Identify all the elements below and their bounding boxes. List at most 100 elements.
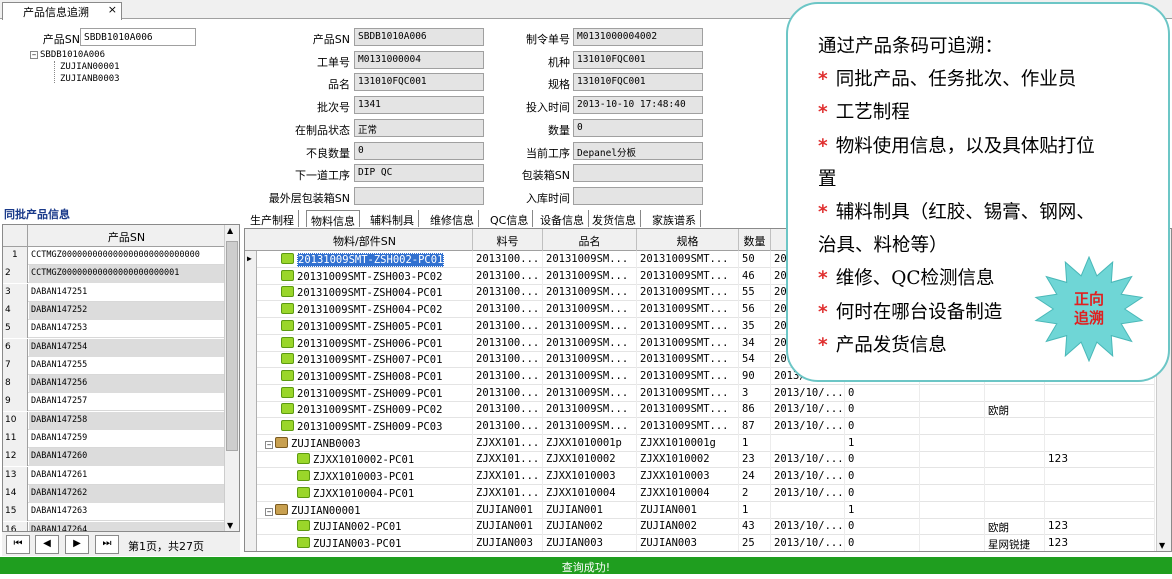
batch-row[interactable]: 4 DABAN147252 — [3, 301, 225, 320]
tab-title: 产品信息追溯 — [23, 6, 89, 19]
batch-row[interactable]: 13 DABAN147261 — [3, 466, 225, 485]
bullet-star-icon: * — [818, 334, 828, 356]
detail-tab[interactable]: 设备信息 — [536, 210, 589, 227]
batch-row[interactable]: 6 DABAN147254 — [3, 338, 225, 357]
tab-close-icon[interactable]: × — [108, 3, 117, 16]
grid-column-header[interactable]: 物料/部件SN — [257, 229, 473, 251]
grid-cell-c7 — [920, 468, 985, 486]
material-row[interactable]: ZUJIAN003-PC01 ZUJIAN003 ZUJIAN003 ZUJIAN00… — [245, 534, 1155, 551]
batch-row[interactable]: 12 DABAN147260 — [3, 448, 225, 467]
detail-tab[interactable]: 物料信息 — [306, 210, 360, 228]
grid-cell-c6: 0 — [845, 518, 920, 536]
detail-tabs: 生产制程 物料信息 辅料制具 维修信息 QC信息 设备信息 发货信息 家族谱系 — [244, 210, 804, 228]
material-row[interactable]: 20131009SMT-ZSH009-PC01 2013100... 2013100… — [245, 384, 1155, 402]
batch-grid-scrollbar[interactable]: ▲ ▼ — [224, 225, 239, 531]
tree-root[interactable]: − SBDB1010A006 — [30, 50, 105, 60]
collapse-icon[interactable]: − — [265, 507, 273, 516]
batch-grid: 产品SN 1 CCTMGZ000000000000000000000000000 2… — [2, 224, 240, 532]
scroll-down-icon[interactable]: ▼ — [227, 521, 233, 530]
grid-cell-qty: 86 — [739, 401, 771, 419]
grid-cell-sn: 20131009SMT-ZSH005-PC01 — [257, 317, 473, 335]
grid-cell-spec: ZUJIAN003 — [637, 534, 739, 551]
batch-row[interactable]: 5 DABAN147253 — [3, 320, 225, 339]
grid-cell-date: 2013/10/... — [771, 384, 845, 402]
grid-column-header[interactable]: 品名 — [543, 229, 637, 251]
grid-cell-qty: 55 — [739, 284, 771, 302]
callout-line: * 维修、QC检测信息 — [818, 268, 995, 290]
callout-text: 物料使用信息，以及具体贴打位 — [835, 135, 1095, 157]
tab-product-trace[interactable]: 产品信息追溯 × — [2, 2, 122, 20]
material-package-icon — [281, 253, 294, 264]
material-row[interactable]: ZJXX1010004-PC01 ZJXX101... ZJXX1010004 ZJX… — [245, 484, 1155, 502]
field-label: 在制品状态 — [295, 123, 350, 137]
batch-row[interactable]: 15 DABAN147263 — [3, 503, 225, 522]
detail-tab[interactable]: 维修信息 — [426, 210, 479, 227]
first-page-button[interactable]: ⏮ — [6, 535, 30, 554]
batch-row[interactable]: 11 DABAN147259 — [3, 430, 225, 448]
grid-cell-date: 2013/10/... — [771, 418, 845, 435]
batch-row[interactable]: 7 DABAN147255 — [3, 356, 225, 375]
batch-row[interactable]: 2 CCTMGZ00000000000000000000001 — [3, 265, 225, 284]
callout-line: * 同批产品、任务批次、作业员 — [818, 69, 1076, 91]
product-sn-input[interactable] — [80, 28, 196, 46]
batch-row-sn: DABAN147251 — [31, 286, 88, 297]
field-label: 最外层包装箱SN — [268, 191, 350, 205]
next-page-button[interactable]: ▶ — [65, 535, 89, 554]
collapse-icon[interactable]: − — [30, 51, 38, 59]
batch-row[interactable]: 14 DABAN147262 — [3, 484, 225, 503]
material-row[interactable]: ZJXX1010002-PC01 ZJXX101... ZJXX1010002 ZJX… — [245, 451, 1155, 469]
scroll-down-icon[interactable]: ▼ — [1159, 541, 1165, 550]
batch-row-sn: DABAN147260 — [29, 448, 225, 467]
batch-row[interactable]: 16 DABAN147264 — [3, 521, 225, 531]
batch-row[interactable]: 1 CCTMGZ000000000000000000000000000 — [3, 247, 225, 265]
material-sn: 20131009SMT-ZSH006-PC01 — [297, 337, 443, 350]
field-label: 数量 — [548, 123, 570, 137]
page-indicator: 第1页，共27页 — [128, 540, 204, 553]
scroll-thumb[interactable] — [226, 241, 238, 451]
detail-tab[interactable]: QC信息 — [486, 210, 534, 227]
batch-row[interactable]: 10 DABAN147258 — [3, 411, 225, 430]
material-row[interactable]: ZJXX1010003-PC01 ZJXX101... ZJXX1010003 ZJX… — [245, 468, 1155, 486]
scroll-up-icon[interactable]: ▲ — [227, 226, 233, 235]
grid-column-header[interactable]: 规格 — [637, 229, 739, 251]
grid-cell-sn: 20131009SMT-ZSH008-PC01 — [257, 367, 473, 385]
forward-trace-badge: 正向 追溯 — [1054, 290, 1124, 328]
batch-row-sn: DABAN147264 — [29, 521, 225, 531]
tree-node-child[interactable]: ZUJIANB0003 — [60, 74, 120, 84]
collapse-icon[interactable]: − — [265, 440, 273, 449]
detail-tab[interactable]: 生产制程 — [246, 210, 299, 227]
callout-line: 治具、料枪等） — [818, 235, 948, 257]
material-row[interactable]: ZUJIAN002-PC01 ZUJIAN001 ZUJIAN002 ZUJIAN00… — [245, 518, 1155, 536]
detail-tab[interactable]: 辅料制具 — [366, 210, 419, 227]
grid-cell-pn: ZUJIAN001 — [473, 501, 543, 519]
callout-text: 何时在哪台设备制造 — [835, 301, 1003, 323]
grid-cell-sn: − ZUJIAN00001 — [257, 501, 473, 519]
grid-column-header[interactable]: 料号 — [473, 229, 543, 251]
material-row[interactable]: 20131009SMT-ZSH009-PC02 2013100... 2013100… — [245, 401, 1155, 419]
grid-cell-c6: 0 — [845, 384, 920, 402]
batch-row-sn: CCTMGZ000000000000000000000000000 — [31, 250, 200, 260]
material-sn: 20131009SMT-ZSH009-PC02 — [297, 404, 443, 417]
grid-cell-c6: 1 — [845, 501, 920, 519]
detail-tab[interactable]: 发货信息 — [588, 210, 641, 227]
grid-cell-pn: 2013100... — [473, 351, 543, 369]
last-page-button[interactable]: ⏭ — [95, 535, 119, 554]
field-label: 工单号 — [317, 55, 350, 69]
material-sn: 20131009SMT-ZSH002-PC01 — [297, 253, 445, 267]
prev-page-button[interactable]: ◀ — [35, 535, 59, 554]
material-package-icon — [281, 403, 294, 415]
detail-tab[interactable]: 家族谱系 — [648, 210, 701, 227]
material-row[interactable]: 20131009SMT-ZSH009-PC03 2013100... 2013100… — [245, 418, 1155, 435]
batch-row[interactable]: 9 DABAN147257 — [3, 393, 225, 412]
row-number: 9 — [3, 393, 28, 412]
material-sn: 20131009SMT-ZSH004-PC01 — [297, 287, 443, 300]
tree-node-child[interactable]: ZUJIAN00001 — [60, 62, 120, 72]
material-row[interactable]: − ZUJIANB0003 ZJXX101... ZJXX1010001p ZJXX10… — [245, 434, 1155, 452]
grid-cell-qty: 1 — [739, 501, 771, 519]
batch-row[interactable]: 3 DABAN147251 — [3, 283, 225, 302]
batch-row[interactable]: 8 DABAN147256 — [3, 375, 225, 394]
material-row[interactable]: − ZUJIAN00001 ZUJIAN001 ZUJIAN001 ZUJIAN001 1… — [245, 501, 1155, 519]
grid-cell-sn: 20131009SMT-ZSH009-PC01 — [257, 384, 473, 402]
grid-column-header[interactable]: 数量 — [739, 229, 771, 251]
column-header-sn[interactable]: 产品SN — [28, 225, 225, 247]
